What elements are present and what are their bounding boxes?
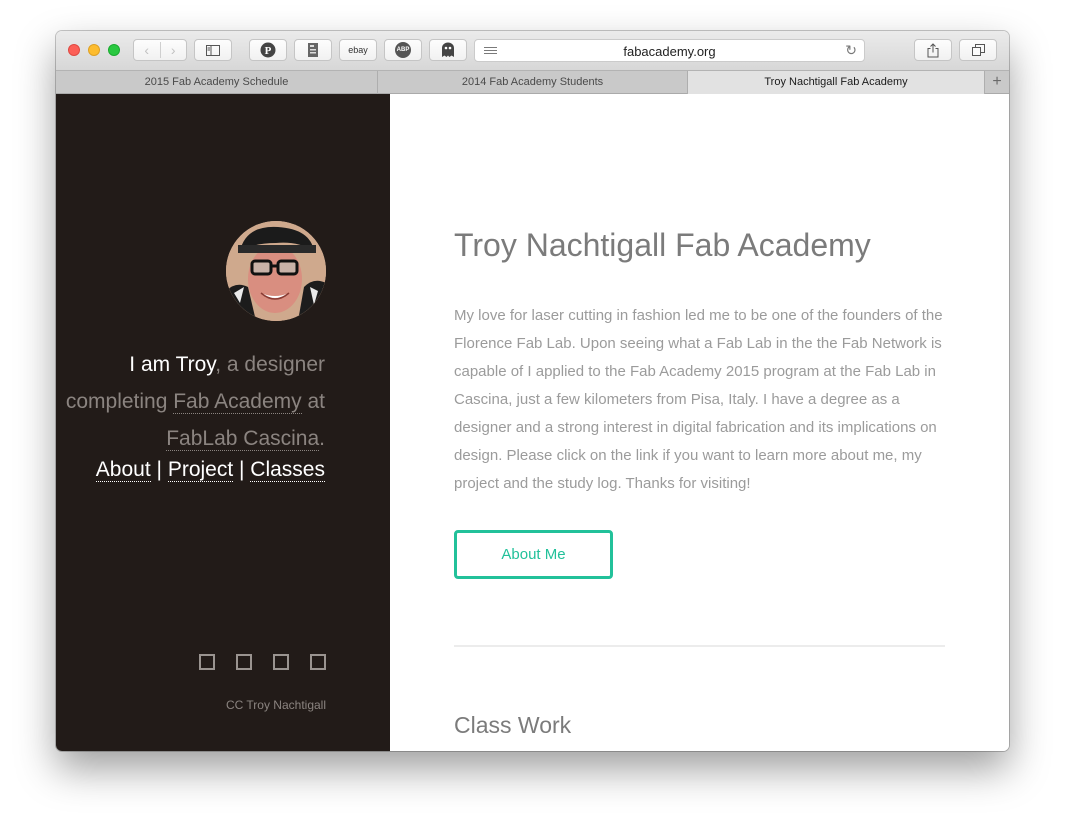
reload-icon[interactable]: ↻ — [845, 42, 857, 59]
intro-text-part: . — [319, 427, 325, 450]
plus-icon: + — [992, 73, 1002, 90]
sidebar-nav: About | Project | Classes — [95, 458, 325, 482]
adblock-button[interactable]: ABP — [384, 39, 422, 61]
tab-bar: 2015 Fab Academy Schedule 2014 Fab Acade… — [56, 70, 1009, 94]
main-content: Troy Nachtigall Fab Academy My love for … — [390, 94, 1009, 751]
tab-label: Troy Nachtigall Fab Academy — [764, 76, 908, 88]
browser-toolbar: ‹ › P ebay ABP fabacademy.org ↻ — [56, 31, 1009, 70]
project-link[interactable]: Project — [167, 458, 234, 482]
reader-extension-button[interactable] — [294, 39, 332, 61]
profile-sidebar: I am Troy, a designer completing Fab Aca… — [56, 94, 390, 751]
nav-separator: | — [150, 458, 168, 481]
sidebar-toggle-button[interactable] — [194, 39, 232, 61]
maximize-window-button[interactable] — [108, 44, 120, 56]
forward-icon[interactable]: › — [161, 42, 187, 58]
sidebar-icon — [206, 44, 220, 56]
pinterest-icon: P — [260, 42, 276, 58]
reader-icon — [308, 43, 318, 57]
avatar — [226, 221, 326, 321]
share-button[interactable] — [914, 39, 952, 61]
back-forward-buttons: ‹ › — [133, 39, 187, 61]
fab-academy-link[interactable]: Fab Academy — [173, 390, 302, 414]
about-me-button[interactable]: About Me — [454, 530, 613, 579]
ebay-button[interactable]: ebay — [339, 39, 377, 61]
tab-troy-nachtigall[interactable]: Troy Nachtigall Fab Academy — [688, 71, 985, 94]
social-icon-1[interactable] — [199, 654, 215, 670]
tabs-icon — [971, 44, 985, 56]
ebay-icon: ebay — [348, 45, 368, 55]
intro-text: I am Troy, a designer completing Fab Aca… — [56, 346, 325, 457]
copyright: CC Troy Nachtigall — [225, 698, 326, 712]
page-title: Troy Nachtigall Fab Academy — [454, 227, 871, 263]
tab-label: 2014 Fab Academy Students — [461, 76, 604, 88]
minimize-window-button[interactable] — [88, 44, 100, 56]
adblock-icon: ABP — [395, 42, 411, 58]
share-icon — [927, 42, 939, 57]
social-icon-2[interactable] — [236, 654, 252, 670]
close-window-button[interactable] — [68, 44, 80, 56]
intro-name: I am Troy — [129, 353, 216, 376]
intro-paragraph: My love for laser cutting in fashion led… — [454, 307, 943, 492]
social-icon-4[interactable] — [310, 654, 326, 670]
tab-fab-academy-schedule[interactable]: 2015 Fab Academy Schedule — [56, 71, 378, 94]
about-link[interactable]: About — [95, 458, 151, 482]
social-icon-3[interactable] — [273, 654, 289, 670]
tab-fab-academy-students[interactable]: 2014 Fab Academy Students — [378, 71, 688, 94]
svg-text:P: P — [265, 45, 272, 57]
intro-text-part: at — [301, 390, 325, 413]
ghostery-button[interactable] — [429, 39, 467, 61]
nav-separator: | — [233, 458, 251, 481]
section-divider — [454, 645, 945, 647]
classes-link[interactable]: Classes — [250, 458, 325, 482]
avatar-portrait — [226, 221, 326, 321]
fablab-cascina-link[interactable]: FabLab Cascina — [166, 427, 320, 451]
url-text: fabacademy.org — [623, 44, 716, 59]
address-bar[interactable]: fabacademy.org ↻ — [474, 39, 865, 62]
pinterest-button[interactable]: P — [249, 39, 287, 61]
class-work-heading: Class Work — [454, 712, 572, 738]
shield-icon — [442, 42, 454, 57]
tab-label: 2015 Fab Academy Schedule — [144, 76, 289, 88]
new-tab-button[interactable]: + — [985, 71, 1009, 94]
social-links — [199, 654, 326, 670]
back-icon[interactable]: ‹ — [134, 42, 161, 58]
show-tabs-button[interactable] — [959, 39, 997, 61]
browser-window: ‹ › P ebay ABP fabacademy.org ↻ 2015 Fab… — [56, 31, 1009, 751]
